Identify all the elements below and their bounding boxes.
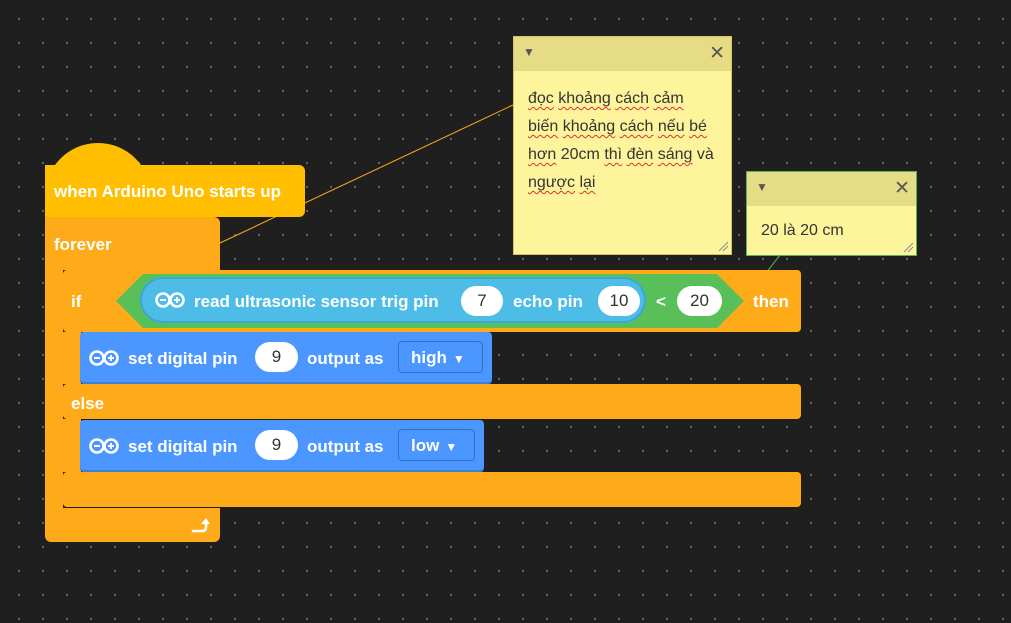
comment-text[interactable]: đọc khoảng cách cảm biến khoảng cách nếu… bbox=[514, 71, 731, 197]
output-as-label: output as bbox=[307, 437, 384, 456]
echo-pin-label: echo pin bbox=[513, 292, 583, 311]
comment-word: lại bbox=[579, 174, 596, 191]
close-icon[interactable]: ✕ bbox=[709, 42, 725, 65]
hat-block-label: when Arduino Uno starts up bbox=[54, 182, 281, 201]
less-than-operator: < bbox=[656, 292, 666, 311]
set-digital-pin-label: set digital pin bbox=[128, 349, 238, 368]
comment-word: khoảng bbox=[558, 90, 611, 107]
output-as-label: output as bbox=[307, 349, 384, 368]
if-else-block-bottom[interactable] bbox=[63, 472, 801, 507]
caret-down-icon: ▼ bbox=[452, 352, 465, 366]
pin-input[interactable]: 9 bbox=[255, 430, 298, 460]
comment-word: 20cm bbox=[560, 146, 600, 163]
caret-down-icon[interactable]: ▼ bbox=[756, 180, 768, 194]
comment-title-bar[interactable]: ▼ ✕ bbox=[514, 37, 731, 71]
if-block-arm[interactable] bbox=[63, 332, 81, 384]
if-label: if bbox=[71, 292, 82, 311]
reporter-label: read ultrasonic sensor trig pin bbox=[194, 292, 439, 311]
comment-word: đọc bbox=[528, 90, 554, 107]
if-block-arm-lower[interactable] bbox=[63, 419, 81, 472]
infinity-icon bbox=[155, 292, 185, 308]
output-level-dropdown[interactable]: low ▼ bbox=[398, 429, 475, 461]
comment-word: cảm bbox=[653, 90, 684, 107]
comment-note-small[interactable]: ▼ ✕ 20 là 20 cm bbox=[746, 171, 917, 256]
comment-word: hơn bbox=[528, 146, 557, 163]
comment-word: thì bbox=[604, 146, 623, 163]
comment-title-bar[interactable]: ▼ ✕ bbox=[747, 172, 916, 206]
infinity-icon bbox=[89, 350, 119, 366]
comment-word: bé bbox=[689, 118, 707, 135]
infinity-icon bbox=[89, 438, 119, 454]
comment-note[interactable]: ▼ ✕ đọc khoảng cách cảm biến khoảng cách… bbox=[513, 36, 732, 255]
comment-word: ngược bbox=[528, 174, 575, 191]
echo-pin-input[interactable]: 10 bbox=[598, 286, 640, 316]
dropdown-value: low bbox=[411, 436, 440, 455]
comment-text[interactable]: 20 là 20 cm bbox=[747, 206, 916, 245]
resize-handle-icon[interactable] bbox=[717, 240, 729, 252]
pin-input[interactable]: 9 bbox=[255, 342, 298, 372]
set-digital-pin-label: set digital pin bbox=[128, 437, 238, 456]
else-section[interactable] bbox=[63, 384, 801, 419]
then-label: then bbox=[753, 292, 789, 311]
comment-word: khoảng bbox=[562, 118, 616, 135]
dropdown-value: high bbox=[411, 348, 447, 367]
else-label: else bbox=[71, 394, 105, 413]
trig-pin-input[interactable]: 7 bbox=[461, 286, 503, 316]
comment-word: và bbox=[696, 146, 714, 163]
comment-word: nếu bbox=[657, 118, 685, 135]
close-icon[interactable]: ✕ bbox=[894, 177, 910, 200]
forever-label: forever bbox=[54, 235, 112, 254]
output-level-dropdown[interactable]: high ▼ bbox=[398, 341, 483, 373]
caret-down-icon: ▼ bbox=[445, 440, 458, 454]
comment-word: cách bbox=[619, 118, 654, 135]
comment-word: sáng bbox=[657, 146, 693, 163]
caret-down-icon[interactable]: ▼ bbox=[523, 45, 535, 59]
loop-arrow-icon bbox=[191, 518, 210, 533]
comment-word: biến bbox=[528, 118, 559, 135]
comment-word: cách bbox=[615, 90, 649, 107]
comment-word: đèn bbox=[626, 146, 654, 163]
forever-block-arm[interactable] bbox=[45, 270, 63, 508]
resize-handle-icon[interactable] bbox=[902, 241, 914, 253]
compare-value-input[interactable]: 20 bbox=[677, 286, 722, 316]
